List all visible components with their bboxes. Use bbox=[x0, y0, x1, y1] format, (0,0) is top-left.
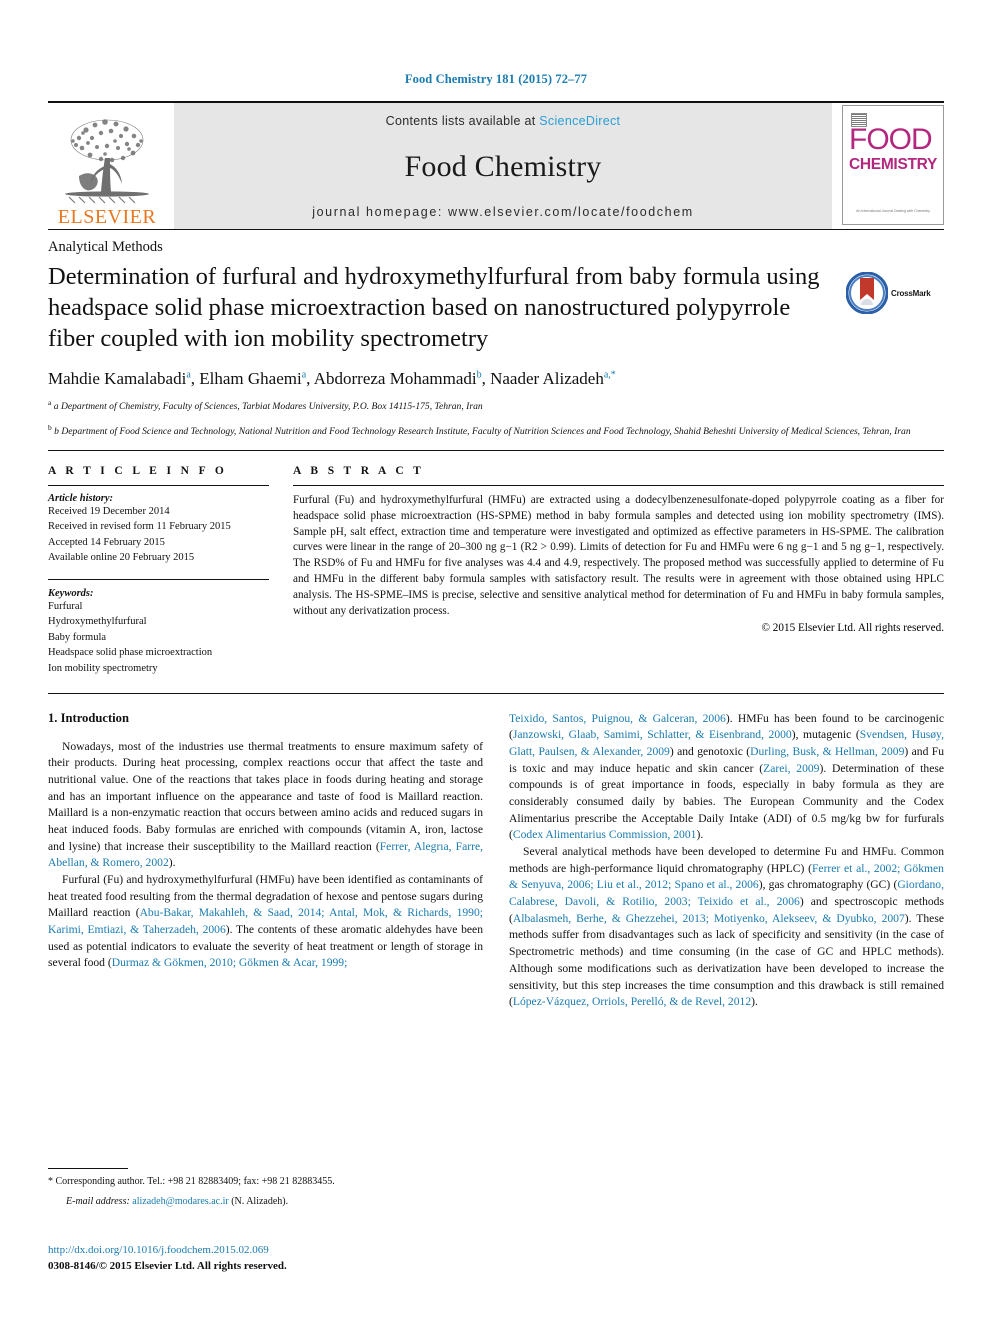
body-column-right: Teixido, Santos, Puignou, & Galceran, 20… bbox=[509, 711, 944, 1011]
elsevier-logo: ELSEVIER bbox=[48, 103, 166, 229]
journal-band: Contents lists available at ScienceDirec… bbox=[174, 103, 832, 229]
citation-link[interactable]: Janzowski, Glaab, Samimi, Schlatter, & E… bbox=[513, 728, 792, 741]
citation-link[interactable]: Durmaz & Gökmen, 2010; Gökmen & Acar, 19… bbox=[112, 956, 348, 969]
running-head: Food Chemistry 181 (2015) 72–77 bbox=[404, 72, 588, 86]
elsevier-wordmark: ELSEVIER bbox=[57, 206, 157, 228]
history-accepted: Accepted 14 February 2015 bbox=[48, 536, 165, 548]
citation-link[interactable]: Teixido, Santos, Puignou, & Galceran, 20… bbox=[509, 712, 726, 725]
citation-link[interactable]: Abu-Bakar, Makahleh, & Saad, 2014; Antal… bbox=[48, 906, 483, 936]
journal-masthead: ELSEVIER Contents lists available at Sci… bbox=[48, 101, 944, 229]
affiliation-2-text: b Department of Food Science and Technol… bbox=[54, 425, 911, 437]
author-4: Naader Alizadeha,* bbox=[490, 368, 616, 388]
journal-homepage-link[interactable]: journal homepage: www.elsevier.com/locat… bbox=[312, 205, 694, 219]
history-online: Available online 20 February 2015 bbox=[48, 552, 195, 564]
citation-link[interactable]: Codex Alimentarius Commission, 2001 bbox=[513, 828, 697, 841]
elsevier-tree-icon bbox=[65, 119, 149, 204]
crossmark-icon bbox=[846, 272, 888, 314]
doi-link[interactable]: http://dx.doi.org/10.1016/j.foodchem.201… bbox=[48, 1243, 478, 1259]
body-column-left: 1. Introduction Nowadays, most of the in… bbox=[48, 711, 483, 1011]
doi-block: http://dx.doi.org/10.1016/j.foodchem.201… bbox=[48, 1243, 478, 1275]
citation-link[interactable]: Albalasmeh, Berhe, & Ghezzehei, 2013; Mo… bbox=[513, 912, 905, 925]
footnote-rule bbox=[48, 1168, 128, 1169]
journal-title: Food Chemistry bbox=[404, 149, 602, 183]
paper-page: Food Chemistry 181 (2015) 72–77 ELSEVIER… bbox=[0, 0, 992, 1323]
citation-link[interactable]: Ferrer et al., 2002; Gökmen & Senyuva, 2… bbox=[509, 862, 944, 892]
article-history-label: Article history: bbox=[48, 492, 114, 504]
intro-paragraph-2: Furfural (Fu) and hydroxymethylfurfural … bbox=[48, 873, 483, 970]
abstract-bottom-rule bbox=[48, 692, 944, 694]
keywords-rule: Keywords: Furfural Hydroxymethylfurfural… bbox=[48, 578, 269, 677]
keyword-item: Baby formula bbox=[48, 631, 107, 643]
crossmark-badge[interactable]: CrossMark bbox=[846, 262, 944, 314]
keyword-item: Ion mobility spectrometry bbox=[48, 663, 158, 675]
article-info-column: A R T I C L E I N F O Article history: R… bbox=[48, 465, 293, 677]
keywords-label: Keywords: bbox=[48, 587, 94, 599]
keyword-item: Headspace solid phase microextraction bbox=[48, 647, 213, 659]
cover-footer-text: An International Journal Dealing with Ch… bbox=[856, 208, 930, 213]
page-title: Determination of furfural and hydroxymet… bbox=[48, 263, 820, 352]
copyright-line: © 2015 Elsevier Ltd. All rights reserved… bbox=[761, 622, 945, 635]
issn-copyright-line: 0308-8146/© 2015 Elsevier Ltd. All right… bbox=[48, 1259, 287, 1272]
email-label: E-mail address: bbox=[66, 1196, 130, 1207]
intro-heading: 1. Introduction bbox=[48, 710, 129, 725]
keyword-item: Hydroxymethylfurfural bbox=[48, 616, 147, 628]
abstract-heading: A B S T R A C T bbox=[293, 464, 425, 477]
citation-link[interactable]: López-Vázquez, Orriols, Perelló, & de Re… bbox=[513, 995, 751, 1008]
contents-prefix: Contents lists available at bbox=[385, 114, 540, 128]
cover-title-food: FOOD bbox=[849, 123, 933, 156]
history-received: Received 19 December 2014 bbox=[48, 505, 170, 517]
affiliation-1: a a Department of Chemistry, Faculty of … bbox=[48, 397, 483, 412]
author-list: Mahdie Kamalabadia, Elham Ghaemia, Abdor… bbox=[48, 368, 616, 388]
author-2: Elham Ghaemia bbox=[199, 368, 307, 388]
citation-link[interactable]: Ferrer, Alegrıa, Farre, Abellan, & Romer… bbox=[48, 840, 483, 870]
keyword-item: Furfural bbox=[48, 600, 83, 612]
article-info-rule: Article history: Received 19 December 20… bbox=[48, 484, 269, 566]
info-abstract-block: A R T I C L E I N F O Article history: R… bbox=[48, 465, 944, 677]
title-row: Determination of furfural and hydroxymet… bbox=[48, 262, 944, 355]
abstract-column: A B S T R A C T Furfural (Fu) and hydrox… bbox=[293, 465, 944, 677]
citation-link[interactable]: Durling, Busk, & Hellman, 2009 bbox=[750, 745, 904, 758]
affiliation-bottom-rule bbox=[48, 449, 944, 451]
sciencedirect-link[interactable]: ScienceDirect bbox=[539, 114, 620, 128]
intro-paragraph-4: Several analytical methods have been dev… bbox=[509, 845, 944, 1009]
article-info-heading: A R T I C L E I N F O bbox=[48, 464, 228, 477]
masthead-bottom-rule bbox=[48, 229, 944, 230]
intro-paragraph-3: Teixido, Santos, Puignou, & Galceran, 20… bbox=[509, 711, 944, 842]
author-3: Abdorreza Mohammadib bbox=[313, 368, 482, 388]
abstract-rule: Furfural (Fu) and hydroxymethylfurfural … bbox=[293, 484, 945, 635]
body-columns: 1. Introduction Nowadays, most of the in… bbox=[48, 711, 944, 1011]
cover-title-chemistry: CHEMISTRY bbox=[849, 156, 938, 173]
crossmark-label: CrossMark bbox=[891, 288, 931, 298]
affiliation-1-text: a Department of Chemistry, Faculty of Sc… bbox=[53, 400, 483, 412]
history-revised: Received in revised form 11 February 201… bbox=[48, 521, 231, 533]
contents-line: Contents lists available at ScienceDirec… bbox=[386, 114, 621, 128]
email-note: E-mail address: alizadeh@modares.ac.ir (… bbox=[48, 1194, 458, 1209]
affiliation-2: b b Department of Food Science and Techn… bbox=[48, 422, 911, 437]
journal-cover-thumbnail: FOOD CHEMISTRY An International Journal … bbox=[842, 105, 944, 225]
email-link[interactable]: alizadeh@modares.ac.ir bbox=[132, 1196, 228, 1207]
author-1: Mahdie Kamalabadia bbox=[48, 368, 191, 388]
footnote-block: * Corresponding author. Tel.: +98 21 828… bbox=[48, 1168, 458, 1209]
citation-link[interactable]: Zarei, 2009 bbox=[763, 762, 819, 775]
email-suffix: (N. Alizadeh). bbox=[231, 1196, 289, 1207]
corresponding-author-note: * Corresponding author. Tel.: +98 21 828… bbox=[48, 1176, 335, 1187]
intro-paragraph-1: Nowadays, most of the industries use the… bbox=[48, 739, 483, 870]
article-section-label: Analytical Methods bbox=[48, 239, 163, 255]
abstract-text: Furfural (Fu) and hydroxymethylfurfural … bbox=[293, 493, 944, 618]
